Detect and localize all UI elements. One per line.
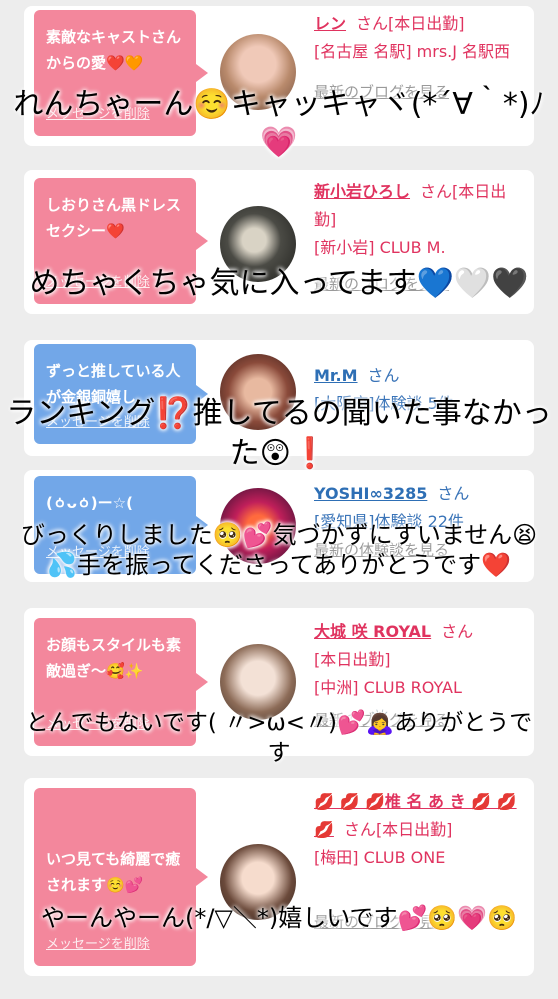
- caption-overlay: めちゃくちゃ気に入ってます💙🤍🖤: [29, 266, 529, 301]
- status-text: [本日出勤]: [314, 650, 391, 669]
- sender-name[interactable]: YOSHI∞3285: [314, 484, 427, 503]
- caption-overlay: れんちゃーん☺️キャッキャヾ(*´∀｀*)ﾉ💗: [13, 87, 545, 160]
- message-text: (ㆁᴗㆁ)ー☆(: [46, 494, 133, 512]
- caption-overlay: やーんやーん(*/▽＼*)嬉しいです💕🥺💗🥺: [40, 904, 518, 932]
- status-text: [本日出勤]: [375, 820, 453, 839]
- honorific: さん: [343, 820, 376, 839]
- message-text: しおりさん黒ドレスセクシー❤️: [46, 196, 182, 240]
- sender-name[interactable]: レン: [314, 14, 346, 33]
- honorific: さん: [437, 484, 470, 503]
- shop-text: [中洲] CLUB ROYAL: [314, 678, 462, 697]
- message-text: 素敵なキャストさんからの愛❤️🧡: [46, 28, 182, 72]
- honorific: さん: [356, 14, 389, 33]
- honorific: さん: [441, 622, 474, 641]
- honorific: さん: [420, 182, 453, 201]
- sender-name[interactable]: 大城 咲 ROYAL: [314, 622, 431, 641]
- message-text: いつ見ても綺麗で癒されます☺️💕: [46, 850, 181, 894]
- caption-overlay: ランキング⁉️推してるの聞いた事なかった😲❗️: [6, 396, 552, 471]
- message-bubble: いつ見ても綺麗で癒されます☺️💕 メッセージを削除: [34, 788, 208, 966]
- shop-text: [名古屋 名駅] mrs.J 名駅西: [314, 42, 511, 61]
- status-text: [本日出勤]: [388, 14, 465, 33]
- sender-name[interactable]: Mr.M: [314, 366, 358, 385]
- delete-message-link[interactable]: メッセージを削除: [46, 932, 150, 958]
- message-card: いつ見ても綺麗で癒されます☺️💕 メッセージを削除 💋 💋 💋椎 名 あ き 💋…: [24, 778, 534, 976]
- message-text: お顔もスタイルも素敵過ぎ〜🥰✨: [46, 636, 182, 680]
- shop-text: [新小岩] CLUB M.: [314, 238, 446, 257]
- sender-name[interactable]: 新小岩ひろし: [314, 182, 410, 201]
- shop-text: [梅田] CLUB ONE: [314, 848, 446, 867]
- honorific: さん: [367, 366, 400, 385]
- caption-overlay: びっくりしました🥺💕気づかずにすいません😫💦手を振ってくださってありがとうです❤…: [20, 521, 538, 579]
- caption-overlay: とんでもないです( 〃>ω<〃)💕🙇‍♀️ありがとうです: [25, 710, 533, 766]
